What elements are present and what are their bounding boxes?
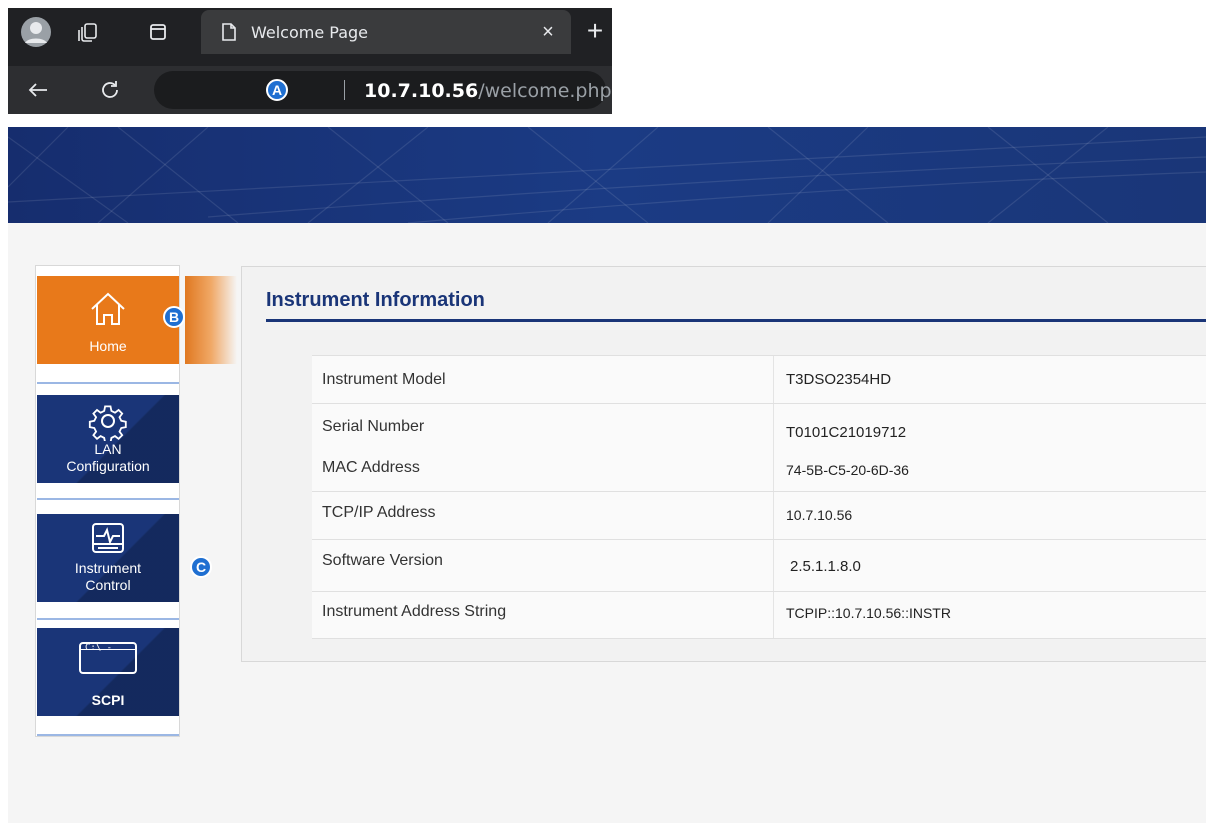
- nav-instrument-control-button[interactable]: Instrument Control: [37, 514, 179, 602]
- row-value: T0101C21019712: [786, 424, 907, 441]
- row-key: MAC Address: [322, 459, 420, 476]
- panel-title: Instrument Information: [266, 289, 485, 311]
- url-text: 10.7.10.56/welcome.php: [364, 80, 612, 102]
- banner-pattern: [8, 127, 1206, 223]
- side-navigation: Home LAN Configuration Instrument Contro…: [35, 265, 180, 737]
- tab-bar: Welcome Page × +: [8, 8, 612, 56]
- nav-lan-label-line1: LAN: [94, 441, 122, 457]
- back-icon[interactable]: [24, 76, 52, 104]
- callout-marker-c: C: [190, 556, 212, 578]
- nav-lan-config-button[interactable]: LAN Configuration: [37, 395, 179, 483]
- callout-marker-a: A: [266, 79, 288, 101]
- address-bar: A 10.7.10.56/welcome.php: [8, 66, 612, 114]
- table-row: Serial Number T0101C21019712 MAC Address…: [312, 404, 1206, 491]
- row-key: Software Version: [322, 552, 443, 569]
- row-key: Instrument Model: [322, 371, 446, 388]
- callout-marker-b: B: [163, 306, 185, 328]
- table-row: Instrument Address String TCPIP::10.7.10…: [312, 592, 1206, 638]
- nav-home-button[interactable]: Home: [37, 276, 179, 364]
- url-path: /welcome.php: [478, 80, 612, 102]
- reload-icon[interactable]: [96, 76, 124, 104]
- profile-avatar[interactable]: [20, 16, 52, 48]
- active-tab-indicator: [185, 276, 237, 364]
- workspaces-icon[interactable]: [76, 20, 100, 44]
- nav-divider: [37, 618, 179, 620]
- row-key: Instrument Address String: [322, 603, 507, 620]
- url-host: 10.7.10.56: [364, 80, 479, 102]
- gear-icon: [88, 401, 128, 444]
- nav-instrument-label-line1: Instrument: [74, 560, 142, 576]
- tab-close-icon[interactable]: ×: [536, 20, 560, 44]
- row-value: T3DSO2354HD: [786, 371, 892, 388]
- nav-scpi-label: SCPI: [91, 692, 125, 708]
- row-key: TCP/IP Address: [322, 504, 436, 521]
- home-icon: [88, 290, 128, 328]
- header-banner: [8, 127, 1206, 223]
- nav-divider: [37, 498, 179, 500]
- table-row: TCP/IP Address 10.7.10.56: [312, 492, 1206, 539]
- terminal-prompt-text: C:\ -: [85, 643, 113, 653]
- tab-actions-icon[interactable]: [146, 20, 170, 44]
- nav-scpi-button[interactable]: C:\ - SCPI: [37, 628, 179, 716]
- browser-chrome: Welcome Page × + A 10.7.10.56/welcome.ph…: [8, 8, 612, 114]
- nav-instrument-label-line2: Control: [85, 577, 131, 593]
- nav-home-label: Home: [89, 338, 127, 354]
- row-value: 10.7.10.56: [786, 507, 853, 523]
- nav-divider: [37, 734, 179, 736]
- row-value: 2.5.1.1.8.0: [790, 558, 861, 575]
- url-input[interactable]: A 10.7.10.56/welcome.php: [154, 71, 612, 109]
- omnibox-separator: [344, 80, 345, 100]
- row-value: TCPIP::10.7.10.56::INSTR: [786, 605, 951, 621]
- tab-title: Welcome Page: [251, 23, 369, 42]
- terminal-icon: C:\ -: [79, 642, 137, 674]
- nav-divider: [37, 382, 179, 384]
- instrument-info-panel: Instrument Information Instrument Model …: [241, 266, 1206, 662]
- monitor-pulse-icon: [90, 522, 126, 556]
- table-row: Software Version 2.5.1.1.8.0: [312, 540, 1206, 591]
- browser-tab[interactable]: Welcome Page ×: [201, 10, 571, 54]
- row-key: Serial Number: [322, 418, 425, 435]
- row-value: 74-5B-C5-20-6D-36: [786, 462, 909, 478]
- new-tab-button[interactable]: +: [582, 15, 608, 46]
- table-row: Instrument Model T3DSO2354HD: [312, 356, 1206, 403]
- page-icon: [219, 21, 239, 43]
- panel-title-rule: [266, 319, 1206, 322]
- nav-lan-label-line2: Configuration: [66, 458, 150, 474]
